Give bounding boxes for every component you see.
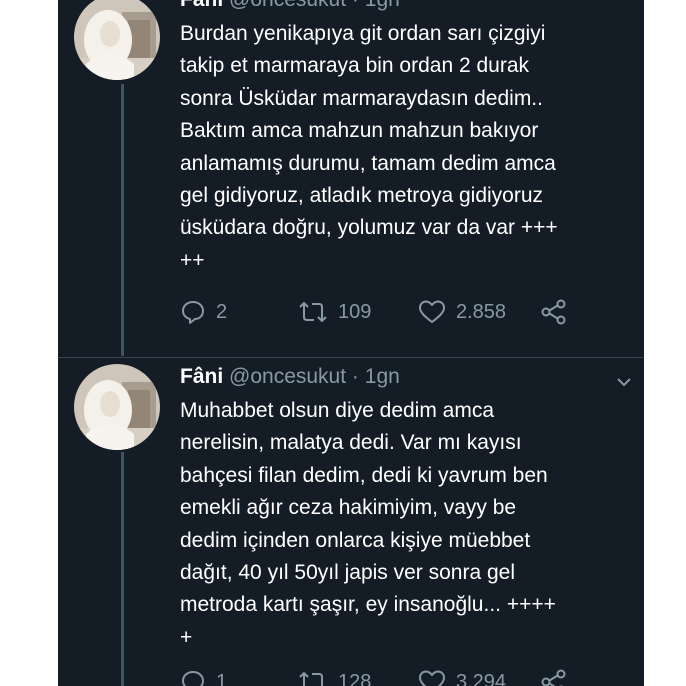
tweet-header: Fâni @oncesukut · 1gn [180, 0, 400, 12]
tweet-text: Muhabbet olsun diye dedim amca nerelisin… [180, 399, 556, 649]
separator-dot: · [352, 0, 359, 11]
tweet-thread-panel: Fâni @oncesukut · 1gn Burdan yenikapıya … [58, 0, 644, 686]
retweet-button[interactable]: 109 [298, 297, 371, 327]
share-button[interactable] [540, 297, 568, 327]
share-icon [541, 669, 566, 686]
tweet-header: Fâni @oncesukut · 1gn [180, 365, 400, 389]
like-button[interactable]: 2.858 [418, 297, 506, 327]
chevron-down-icon[interactable] [616, 374, 632, 390]
reply-icon [182, 671, 204, 686]
retweet-count: 128 [338, 670, 372, 686]
tweet[interactable]: Fâni @oncesukut · 1gn Burdan yenikapıya … [58, 0, 644, 358]
reply-button[interactable]: 2 [180, 297, 227, 327]
heart-icon [419, 670, 445, 686]
reply-count: 1 [216, 670, 228, 686]
retweet-count: 109 [338, 300, 372, 323]
retweet-icon [299, 301, 327, 323]
reply-count: 2 [216, 300, 228, 323]
reply-icon [182, 301, 204, 324]
like-count: 3.294 [456, 670, 507, 686]
user-handle[interactable]: @oncesukut [229, 365, 346, 388]
tweet-text: Burdan yenikapıya git ordan sarı çizgiyi… [180, 22, 558, 272]
retweet-icon [299, 671, 323, 686]
heart-icon [419, 300, 445, 323]
reply-button[interactable]: 1 [180, 667, 227, 686]
avatar-image [74, 0, 160, 80]
timestamp[interactable]: 1gn [365, 365, 400, 388]
timestamp[interactable]: 1gn [365, 0, 400, 11]
tweet[interactable]: Fâni @oncesukut · 1gn Muhabbet olsun diy… [58, 358, 644, 686]
user-name[interactable]: Fâni [180, 0, 223, 11]
retweet-button[interactable]: 128 [298, 667, 371, 686]
avatar-image [74, 364, 160, 450]
like-button[interactable]: 3.294 [418, 667, 506, 686]
avatar[interactable] [74, 0, 160, 80]
separator-dot: · [351, 365, 359, 388]
like-count: 2.858 [456, 300, 507, 323]
avatar[interactable] [74, 364, 160, 450]
user-name[interactable]: Fâni [180, 365, 223, 388]
share-icon [541, 299, 566, 325]
share-button[interactable] [540, 667, 568, 686]
user-handle[interactable]: @oncesukut [229, 0, 346, 11]
